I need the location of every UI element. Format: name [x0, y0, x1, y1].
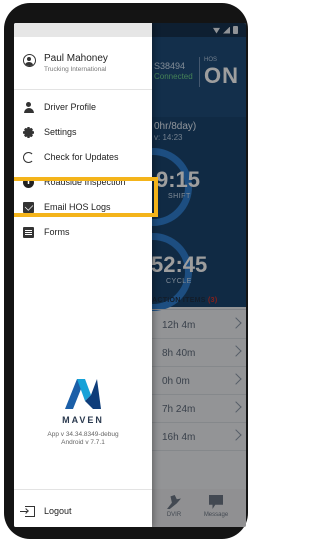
screen: S38494 Connected HOS ON 0hr/8day) v: 14:… — [14, 23, 246, 527]
divider — [14, 489, 152, 490]
menu-item-label: Check for Updates — [44, 152, 119, 162]
menu-item-forms[interactable]: Forms — [14, 222, 152, 244]
divider — [14, 89, 152, 90]
app-version: App v 34.34.8349-debug — [47, 431, 119, 438]
profile-company: Trucking International — [44, 66, 107, 73]
android-version: Android v 7.7.1 — [61, 439, 105, 446]
gear-icon — [23, 127, 34, 138]
person-icon — [23, 102, 34, 113]
drawer-status-bar — [14, 23, 152, 37]
highlight-box — [14, 177, 158, 217]
menu-item-check-updates[interactable]: Check for Updates — [14, 147, 152, 169]
refresh-icon — [23, 152, 34, 163]
profile-header[interactable]: Paul Mahoney Trucking International — [14, 37, 152, 89]
logout-icon — [20, 506, 35, 517]
menu-item-label: Settings — [44, 127, 77, 137]
menu-item-driver-profile[interactable]: Driver Profile — [14, 97, 152, 119]
profile-name: Paul Mahoney — [44, 53, 108, 64]
logout-button[interactable]: Logout — [14, 501, 152, 523]
navigation-drawer: Paul Mahoney Trucking International Driv… — [14, 23, 158, 527]
menu-item-label: Driver Profile — [44, 102, 97, 112]
menu-item-settings[interactable]: Settings — [14, 122, 152, 144]
brand-name: MAVEN — [62, 415, 104, 425]
forms-icon — [23, 227, 34, 238]
menu-item-label: Forms — [44, 227, 70, 237]
maven-logo-icon — [65, 379, 101, 409]
avatar-icon — [23, 54, 36, 67]
logout-label: Logout — [44, 506, 72, 516]
phone-frame: S38494 Connected HOS ON 0hr/8day) v: 14:… — [4, 3, 248, 539]
